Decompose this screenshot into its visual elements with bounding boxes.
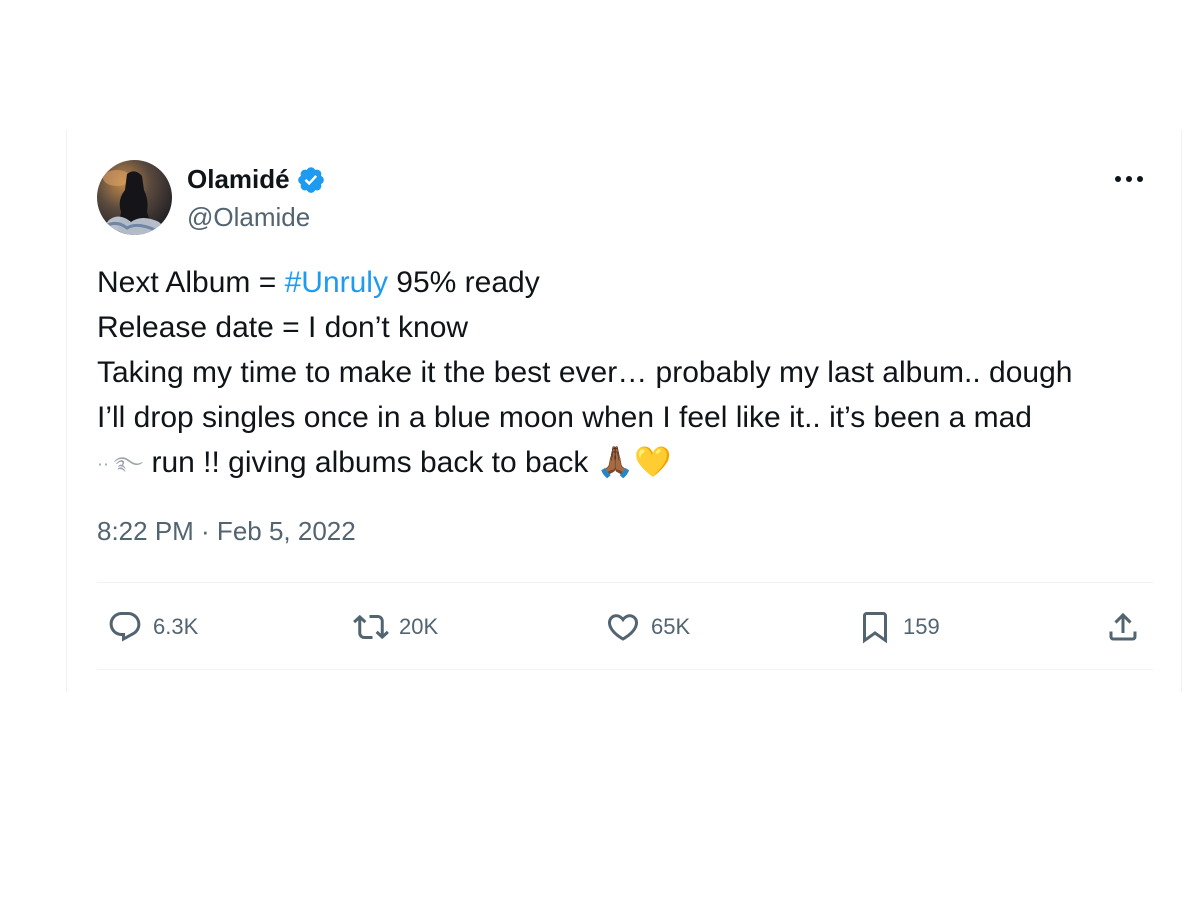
bookmark-icon bbox=[857, 609, 893, 645]
avatar-image bbox=[97, 160, 172, 235]
heart-icon bbox=[605, 609, 641, 645]
hashtag-link[interactable]: #Unruly bbox=[285, 266, 388, 299]
tweet-line-5-prefix: ·· ࿐ bbox=[97, 453, 144, 474]
like-button[interactable]: 65K bbox=[605, 600, 690, 654]
tweet-line-1: Next Album = #Unruly 95% ready bbox=[97, 260, 1157, 305]
tweet-line-5-text: run !! giving albums back to back bbox=[151, 446, 589, 479]
tweet-line-1-suffix: 95% ready bbox=[387, 266, 540, 299]
tweet-text: Next Album = #Unruly 95% ready Release d… bbox=[97, 260, 1157, 485]
user-handle[interactable]: @Olamide bbox=[187, 202, 310, 233]
like-count: 65K bbox=[651, 614, 691, 639]
share-button[interactable] bbox=[1105, 600, 1141, 654]
tweet-card: Olamidé @Olamide Next Album = #Unruly 95… bbox=[66, 130, 1182, 692]
reply-count: 6.3K bbox=[153, 614, 199, 639]
name-row: Olamidé bbox=[187, 164, 326, 195]
retweet-button[interactable]: 20K bbox=[353, 600, 438, 654]
tweet-line-4: I’ll drop singles once in a blue moon wh… bbox=[97, 401, 1032, 434]
tweet-line-5: ·· ࿐ run !! giving albums back to back 🙏… bbox=[97, 440, 1157, 485]
divider bbox=[97, 582, 1153, 583]
retweet-count: 20K bbox=[399, 614, 439, 639]
display-name[interactable]: Olamidé bbox=[187, 164, 290, 195]
share-icon bbox=[1105, 609, 1141, 645]
action-bar: 6.3K 20K 65K 159 bbox=[97, 600, 1153, 654]
reply-button[interactable]: 6.3K bbox=[107, 600, 198, 654]
timestamp[interactable]: 8:22 PM · Feb 5, 2022 bbox=[97, 516, 356, 547]
divider bbox=[97, 669, 1153, 670]
bookmark-count: 159 bbox=[903, 614, 940, 639]
more-icon[interactable] bbox=[1109, 166, 1149, 192]
verified-badge-icon bbox=[296, 165, 326, 195]
emoji-group: 🙏🏾💛 bbox=[596, 445, 672, 480]
avatar[interactable] bbox=[97, 160, 172, 235]
tweet-line-1-prefix: Next Album = bbox=[97, 266, 285, 299]
retweet-icon bbox=[353, 609, 389, 645]
tweet-line-3: Taking my time to make it the best ever…… bbox=[97, 356, 1073, 389]
reply-icon bbox=[107, 609, 143, 645]
tweet-line-2: Release date = I don’t know bbox=[97, 311, 469, 344]
bookmark-button[interactable]: 159 bbox=[857, 600, 940, 654]
